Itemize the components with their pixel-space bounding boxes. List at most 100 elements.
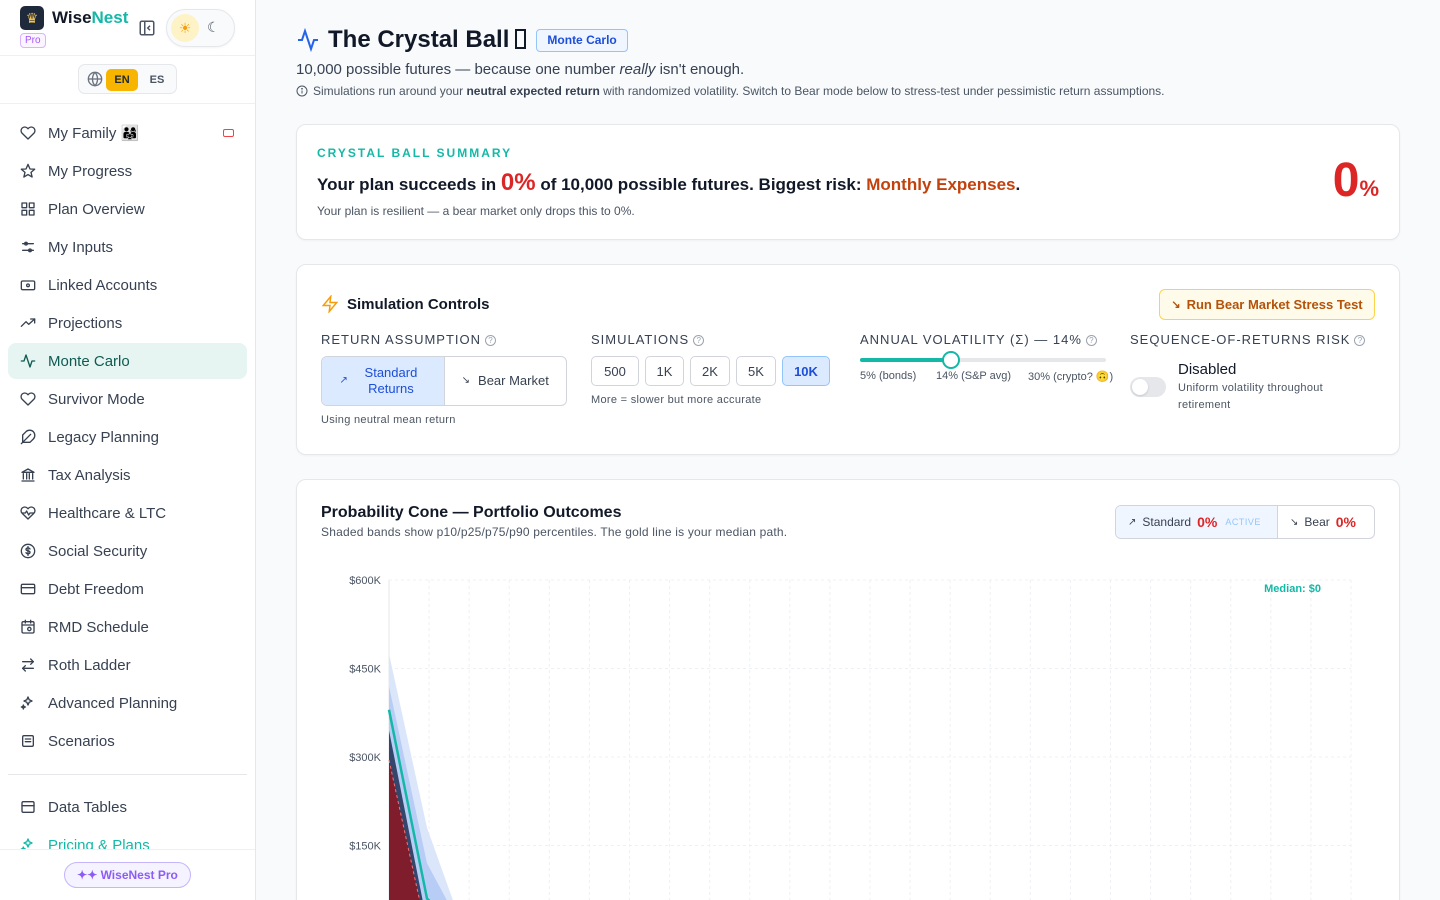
alert-flag-icon [223, 129, 234, 137]
standard-scenario-button[interactable]: ↗ Standard 0% ACTIVE [1116, 506, 1278, 538]
subtitle-part: isn't enough. [655, 61, 745, 78]
simulation-count-options: 500 1K 2K 5K 10K [591, 356, 836, 386]
monte-carlo-badge: Monte Carlo [536, 28, 628, 52]
language-switcher: EN ES [78, 64, 177, 94]
help-icon[interactable]: ? [693, 335, 705, 346]
slider-fill [860, 358, 951, 362]
sidebar-item-wallet[interactable]: Linked Accounts [8, 267, 247, 303]
logo-icon[interactable]: ♛ [20, 6, 44, 30]
sidebar: ♛ WiseNest Pro ☀ ☾ EN ES My Family 👨‍👩‍👧… [0, 0, 256, 900]
sidebar-item-label: Scenarios [48, 732, 115, 750]
brand-name-a: Wise [52, 8, 92, 27]
sidebar-item-sparkles[interactable]: Advanced Planning [8, 685, 247, 721]
trending-up-icon: ↗ [1128, 516, 1137, 528]
info-icon [296, 85, 308, 97]
scenario-label: Bear [1304, 515, 1330, 529]
sequence-risk-toggle[interactable] [1130, 377, 1166, 397]
language-es-button[interactable]: ES [143, 69, 171, 91]
simulations-option-5k[interactable]: 5K [736, 356, 776, 386]
layers-icon [22, 735, 34, 747]
standard-returns-option[interactable]: ↗ Standard Returns [322, 357, 445, 405]
sidebar-item-dollar-circle[interactable]: Social Security [8, 533, 247, 569]
sidebar-item-swap[interactable]: Roth Ladder [8, 647, 247, 683]
grid-icon [21, 202, 35, 216]
simulations-option-1k[interactable]: 1K [645, 356, 684, 386]
table-icon [21, 801, 35, 813]
brand-name[interactable]: WiseNest [52, 8, 128, 28]
sidebar-item-credit-card[interactable]: Debt Freedom [8, 571, 247, 607]
sidebar-item-table[interactable]: Data Tables [8, 789, 247, 825]
volatility-tick: 5% (bonds) [860, 370, 917, 382]
sidebar-item-layers[interactable]: Scenarios [8, 723, 247, 759]
brand-header: ♛ WiseNest Pro ☀ ☾ [0, 0, 255, 56]
volatility-slider[interactable] [860, 351, 1106, 369]
sidebar-item-label: Data Tables [48, 798, 127, 816]
summary-text: Your plan succeeds in [317, 175, 501, 194]
simulations-option-500[interactable]: 500 [591, 356, 639, 386]
bear-stress-test-label: Run Bear Market Stress Test [1186, 297, 1363, 312]
sidebar-item-star[interactable]: My Progress [8, 153, 247, 189]
sidebar-item-label: RMD Schedule [48, 618, 149, 636]
label-text: ANNUAL VOLATILITY (Σ) — 14% [860, 332, 1082, 347]
sidebar-item-heart[interactable]: Survivor Mode [8, 381, 247, 417]
bear-scenario-button[interactable]: ↘ Bear 0% [1278, 506, 1374, 538]
activity-icon [20, 354, 36, 368]
lightning-icon [321, 295, 339, 313]
subtitle-part: 10,000 possible futures — because one nu… [296, 61, 620, 78]
simulations-option-2k[interactable]: 2K [690, 356, 730, 386]
sidebar-item-label: Linked Accounts [48, 276, 158, 294]
sidebar-item-feather[interactable]: Legacy Planning [8, 419, 247, 455]
credit-card-icon [20, 583, 36, 595]
bear-market-option[interactable]: ↘ Bear Market [445, 357, 567, 405]
return-assumption-label: RETURN ASSUMPTION? [321, 332, 497, 347]
help-icon[interactable]: ? [1085, 335, 1097, 346]
sidebar-item-heart-pulse[interactable]: Healthcare & LTC [8, 495, 247, 531]
summary-label: CRYSTAL BALL SUMMARY [317, 146, 513, 160]
moon-icon[interactable]: ☾ [207, 19, 220, 36]
sidebar-item-calendar[interactable]: RMD Schedule [8, 609, 247, 645]
language-en-button[interactable]: EN [106, 69, 138, 91]
sidebar-item-activity[interactable]: Monte Carlo [8, 343, 247, 379]
trending-down-icon: ↘ [1171, 299, 1181, 311]
sidebar-item-landmark[interactable]: Tax Analysis [8, 457, 247, 493]
help-icon[interactable]: ? [1354, 335, 1366, 346]
summary-note: Your plan is resilient — a bear market o… [317, 204, 635, 218]
wallet-icon [20, 280, 36, 291]
label-text: RETURN ASSUMPTION [321, 332, 482, 347]
sidebar-item-label: Legacy Planning [48, 428, 159, 446]
bear-stress-test-button[interactable]: ↘ Run Bear Market Stress Test [1159, 289, 1375, 320]
sidebar-item-grid[interactable]: Plan Overview [8, 191, 247, 227]
info-text: with randomized volatility. Switch to Be… [603, 84, 1165, 98]
sidebar-item-label: My Progress [48, 162, 133, 180]
info-emphasis: neutral expected return [466, 84, 600, 98]
sidebar-item-label: Tax Analysis [48, 466, 131, 484]
sequence-risk-state: Disabled [1178, 361, 1237, 378]
label-text: SEQUENCE-OF-RETURNS RISK [1130, 332, 1351, 347]
sparkles-icon [20, 696, 33, 710]
page-title: The Crystal Ball [328, 26, 527, 54]
sidebar-item-label: My Family 👨‍👩‍👧 [48, 125, 140, 142]
collapse-sidebar-icon[interactable] [138, 19, 156, 37]
cone-subtitle: Shaded bands show p10/p25/p75/p90 percen… [321, 525, 788, 539]
probability-cone-card: Probability Cone — Portfolio Outcomes Sh… [296, 479, 1400, 900]
sidebar-item-sliders[interactable]: My Inputs [8, 229, 247, 265]
slider-thumb[interactable] [942, 351, 960, 369]
sidebar-item-label: Debt Freedom [48, 580, 144, 598]
activity-icon [298, 28, 318, 52]
biggest-risk: Monthly Expenses [866, 175, 1016, 194]
sidebar-item-label: Plan Overview [48, 200, 145, 218]
globe-icon [87, 71, 103, 87]
sidebar-item-label: Roth Ladder [48, 656, 131, 674]
upgrade-pro-button[interactable]: ✦✦ WiseNest Pro [64, 862, 191, 888]
sun-icon[interactable]: ☀ [171, 14, 199, 42]
simulations-hint: More = slower but more accurate [591, 394, 762, 406]
sidebar-item-trending-up[interactable]: Projections [8, 305, 247, 341]
theme-toggle[interactable]: ☀ ☾ [166, 9, 235, 47]
info-note: Simulations run around your neutral expe… [296, 84, 1165, 98]
sidebar-item-label: Healthcare & LTC [48, 504, 167, 522]
simulations-option-10k[interactable]: 10K [782, 356, 830, 386]
sidebar-item-heart[interactable]: My Family 👨‍👩‍👧 [8, 115, 247, 151]
summary-text: of 10,000 possible futures. Biggest risk… [535, 175, 867, 194]
help-icon[interactable]: ? [485, 335, 497, 346]
y-tick-label: $600K [349, 575, 381, 587]
